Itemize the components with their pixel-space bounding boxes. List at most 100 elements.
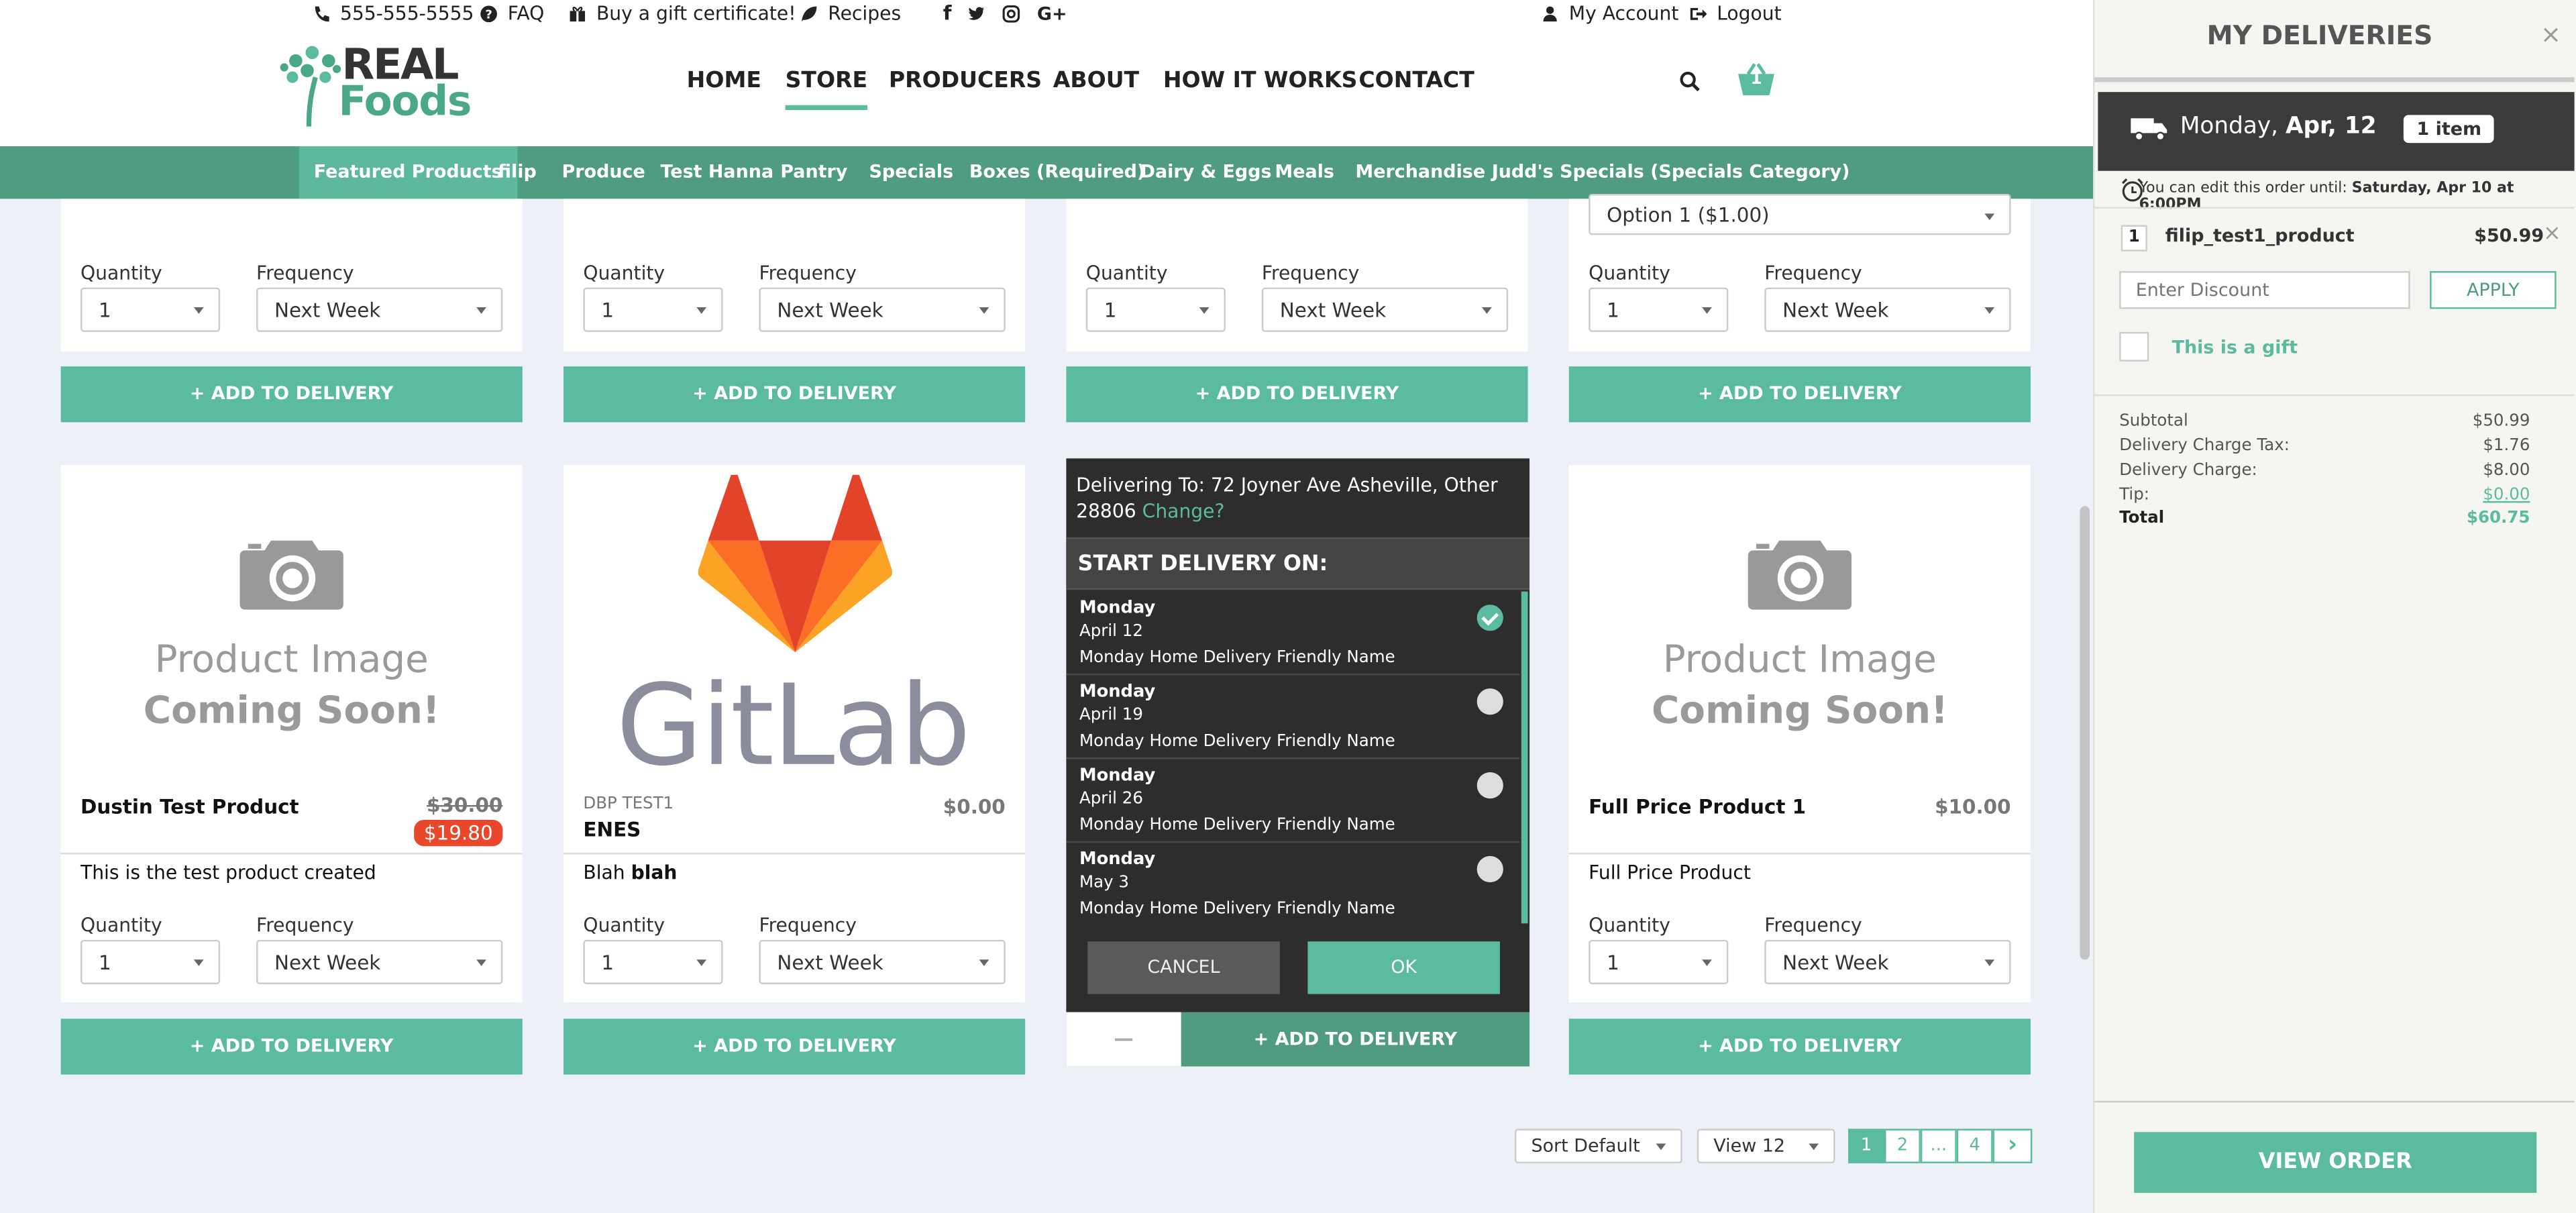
add-to-delivery-button[interactable]: + ADD TO DELIVERY: [1568, 1018, 2031, 1075]
radio-icon[interactable]: [1477, 855, 1503, 883]
sort-select[interactable]: Sort Default: [1514, 1128, 1682, 1163]
nav-how-it-works[interactable]: HOW IT WORKS: [1163, 67, 1358, 93]
frequency-select[interactable]: Next Week: [1764, 939, 2011, 984]
product-name[interactable]: Full Price Product 1: [1589, 795, 1806, 818]
option-select[interactable]: Option 1 ($1.00): [1589, 193, 2011, 235]
gift-checkbox-label[interactable]: This is a gift: [2172, 337, 2298, 358]
line-item-quantity[interactable]: 1: [2121, 225, 2147, 252]
line-item-name[interactable]: filip_test1_product: [2165, 225, 2355, 247]
popup-heading: START DELIVERY ON:: [1066, 537, 1530, 590]
panel-title: MY DELIVERIES: [2206, 19, 2433, 51]
producer-name[interactable]: DBP TEST1: [583, 795, 674, 813]
add-to-delivery-button[interactable]: + ADD TO DELIVERY: [60, 1018, 523, 1075]
delivery-date-option[interactable]: Monday April 12 Monday Home Delivery Fri…: [1066, 592, 1520, 676]
category-produce[interactable]: Produce: [547, 146, 660, 199]
quantity-select[interactable]: 1: [80, 287, 221, 332]
faq-link[interactable]: ? FAQ: [480, 1, 544, 25]
frequency-select[interactable]: Next Week: [256, 939, 503, 984]
old-price: $30.00: [426, 793, 503, 817]
category-filip[interactable]: filip: [483, 146, 551, 199]
chevron-down-icon: [1199, 307, 1210, 314]
radio-icon[interactable]: [1477, 772, 1503, 799]
user-icon: [1541, 4, 1559, 22]
top-bar: 555-555-5555 ? FAQ Buy a gift certificat…: [0, 0, 2094, 28]
view-order-button[interactable]: VIEW ORDER: [2134, 1132, 2537, 1193]
delivery-date-option[interactable]: Monday April 19 Monday Home Delivery Fri…: [1066, 676, 1520, 759]
remove-item-icon[interactable]: ×: [2543, 222, 2561, 247]
category-merchandise[interactable]: Merchandise: [1340, 146, 1500, 199]
cart-button[interactable]: 1: [1735, 61, 1778, 97]
product-price: $10.00: [1935, 795, 2011, 819]
quantity-select[interactable]: 1: [1589, 287, 1729, 332]
frequency-select[interactable]: Next Week: [759, 939, 1006, 984]
category-pantry[interactable]: Pantry: [765, 146, 862, 199]
popup-scrollbar[interactable]: [1521, 591, 1528, 924]
page-2-button[interactable]: 2: [1884, 1128, 1921, 1163]
delivery-date-list[interactable]: Monday April 12 Monday Home Delivery Fri…: [1066, 592, 1529, 924]
nav-producers[interactable]: PRODUCERS: [889, 67, 1042, 93]
recipes-link[interactable]: Recipes: [800, 1, 901, 25]
search-icon[interactable]: [1679, 70, 1701, 92]
cancel-button[interactable]: CANCEL: [1087, 941, 1280, 994]
change-address-link[interactable]: Change?: [1142, 499, 1225, 522]
quantity-select[interactable]: 1: [583, 287, 723, 332]
chevron-down-icon: [696, 307, 707, 314]
radio-checked-icon[interactable]: [1477, 604, 1503, 631]
add-to-delivery-button[interactable]: + ADD TO DELIVERY: [1066, 366, 1528, 423]
frequency-select[interactable]: Next Week: [759, 287, 1006, 332]
next-page-button[interactable]: ›: [1992, 1128, 2033, 1163]
quantity-select[interactable]: 1: [80, 939, 221, 984]
close-icon[interactable]: ×: [2540, 19, 2561, 49]
facebook-icon[interactable]: f: [943, 1, 952, 24]
delivery-day-header[interactable]: Monday, Apr, 12 1 item: [2098, 92, 2575, 171]
quantity-select[interactable]: 1: [583, 939, 723, 984]
apply-discount-button[interactable]: APPLY: [2430, 271, 2557, 309]
decrease-quantity-button[interactable]: —: [1066, 1012, 1181, 1067]
delivery-tax-row: Delivery Charge Tax: $1.76: [2119, 437, 2530, 456]
nav-contact[interactable]: CONTACT: [1358, 67, 1474, 93]
add-to-delivery-button[interactable]: + ADD TO DELIVERY: [1568, 366, 2031, 423]
frequency-select[interactable]: Next Week: [256, 287, 503, 332]
page-scrollbar[interactable]: [2080, 506, 2090, 960]
quantity-select[interactable]: 1: [1589, 939, 1729, 984]
divider: [2094, 1100, 2575, 1103]
frequency-select[interactable]: Next Week: [1764, 287, 2011, 332]
product-name[interactable]: ENES: [583, 819, 641, 841]
gift-certificate-link[interactable]: Buy a gift certificate!: [568, 1, 796, 25]
page-4-button[interactable]: 4: [1956, 1128, 1993, 1163]
gift-checkbox[interactable]: [2119, 331, 2149, 362]
radio-icon[interactable]: [1477, 688, 1503, 715]
logout-link[interactable]: Logout: [1689, 1, 1782, 25]
nav-about[interactable]: ABOUT: [1053, 67, 1139, 93]
phone-link[interactable]: 555-555-5555: [312, 1, 474, 25]
category-specials[interactable]: Specials: [854, 146, 968, 199]
add-to-delivery-button[interactable]: + ADD TO DELIVERY: [60, 366, 523, 423]
page-ellipsis: ...: [1920, 1128, 1957, 1163]
real-foods-logo[interactable]: REAL Foods: [279, 38, 472, 128]
page-1-button[interactable]: 1: [1848, 1128, 1885, 1163]
ok-button[interactable]: OK: [1307, 941, 1500, 994]
frequency-select[interactable]: Next Week: [1261, 287, 1509, 332]
chevron-down-icon: [193, 307, 204, 314]
nav-store[interactable]: STORE: [785, 67, 868, 111]
product-card-dustin: Product Image Coming Soon! Dustin Test P…: [60, 465, 523, 1002]
google-plus-icon[interactable]: G+: [1037, 3, 1067, 24]
nav-home[interactable]: HOME: [687, 67, 761, 93]
product-name[interactable]: Dustin Test Product: [80, 795, 299, 818]
add-to-delivery-button[interactable]: + ADD TO DELIVERY: [564, 1018, 1026, 1075]
view-count-select[interactable]: View 12: [1697, 1128, 1835, 1163]
add-to-delivery-button[interactable]: + ADD TO DELIVERY: [1181, 1012, 1530, 1067]
instagram-icon[interactable]: [1002, 4, 1020, 22]
category-judds-specials[interactable]: Judd's Specials (Specials Category): [1477, 146, 1865, 199]
delivery-date-option[interactable]: Monday May 3 Monday Home Delivery Friend…: [1066, 843, 1519, 923]
chevron-down-icon: [1984, 213, 1995, 221]
category-meals[interactable]: Meals: [1260, 146, 1349, 199]
delivery-date-option[interactable]: Monday April 26 Monday Home Delivery Fri…: [1066, 759, 1520, 843]
discount-input[interactable]: [2119, 271, 2410, 309]
add-to-delivery-button[interactable]: + ADD TO DELIVERY: [564, 366, 1026, 423]
quantity-select[interactable]: 1: [1085, 287, 1226, 332]
twitter-icon[interactable]: [968, 4, 986, 22]
product-card-full-price: Product Image Coming Soon! Full Price Pr…: [1568, 465, 2031, 1002]
my-account-link[interactable]: My Account: [1541, 1, 1678, 25]
tip-link[interactable]: $0.00: [2483, 486, 2530, 505]
